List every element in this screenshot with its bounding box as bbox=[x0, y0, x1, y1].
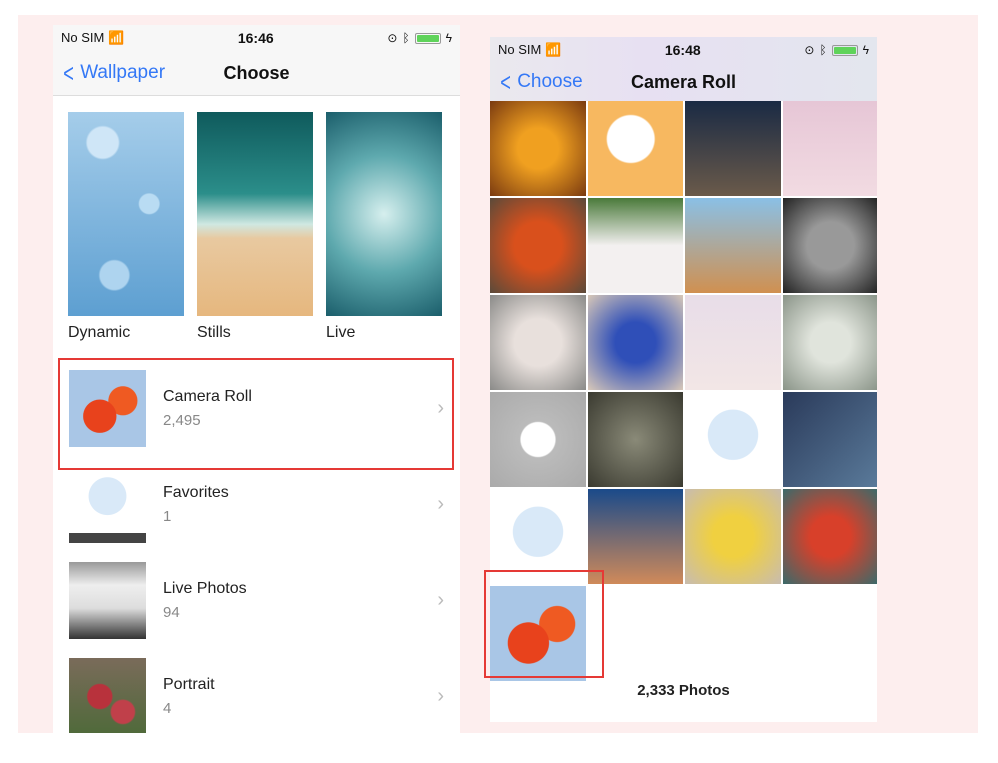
album-name: Live Photos bbox=[163, 579, 247, 597]
charging-icon: ϟ bbox=[862, 43, 869, 57]
photo-grid bbox=[490, 101, 877, 681]
album-name: Favorites bbox=[163, 483, 229, 501]
photo[interactable] bbox=[685, 295, 781, 390]
bluetooth-icon: ᛒ bbox=[402, 31, 410, 45]
album-count: 1 bbox=[163, 507, 172, 525]
carrier: No SIM bbox=[498, 42, 542, 57]
carrier: No SIM bbox=[61, 30, 105, 45]
photo[interactable] bbox=[587, 489, 683, 584]
album-thumbnail bbox=[69, 657, 146, 733]
chevron-left-icon: < bbox=[63, 58, 74, 88]
album-name: Portrait bbox=[163, 675, 215, 693]
photo[interactable] bbox=[685, 198, 781, 293]
album-favorites[interactable]: Favorites 1 › bbox=[53, 456, 460, 552]
photo[interactable] bbox=[587, 295, 683, 390]
photo[interactable] bbox=[685, 101, 781, 196]
album-live-photos[interactable]: Live Photos 94 › bbox=[53, 552, 460, 648]
photo-count: 2,333 Photos bbox=[637, 682, 730, 699]
back-button[interactable]: < Choose bbox=[498, 67, 583, 97]
category-stills[interactable]: Stills bbox=[197, 112, 313, 342]
status-bar: No SIM 📶 16:46 ⊙ ᛒ ϟ bbox=[53, 25, 460, 51]
choose-screen: No SIM 📶 16:46 ⊙ ᛒ ϟ < Wallpaper Choose Dyn… bbox=[53, 25, 460, 733]
rotation-lock-icon: ⊙ bbox=[387, 31, 398, 45]
photo[interactable] bbox=[782, 198, 877, 293]
back-label: Wallpaper bbox=[80, 62, 166, 83]
photo[interactable] bbox=[490, 198, 586, 293]
chevron-right-icon: › bbox=[437, 684, 444, 707]
dynamic-thumbnail bbox=[68, 112, 184, 316]
page-title: Camera Roll bbox=[630, 71, 737, 92]
photo[interactable] bbox=[782, 295, 877, 390]
photo[interactable] bbox=[782, 101, 877, 196]
stills-thumbnail bbox=[197, 112, 313, 316]
clock: 16:46 bbox=[237, 30, 274, 46]
wifi-icon: 📶 bbox=[544, 42, 562, 57]
back-button[interactable]: < Wallpaper bbox=[61, 60, 165, 86]
category-dynamic[interactable]: Dynamic bbox=[68, 112, 184, 342]
page-title: Choose bbox=[223, 62, 290, 83]
photo[interactable] bbox=[587, 392, 683, 487]
live-thumbnail bbox=[326, 112, 442, 316]
category-live[interactable]: Live bbox=[326, 112, 442, 342]
clock: 16:48 bbox=[664, 42, 701, 58]
chevron-right-icon: › bbox=[437, 492, 444, 515]
charging-icon: ϟ bbox=[445, 31, 452, 45]
album-count: 2,495 bbox=[163, 411, 201, 429]
battery-icon bbox=[831, 44, 858, 56]
album-portrait[interactable]: Portrait 4 › bbox=[53, 648, 460, 733]
wifi-icon: 📶 bbox=[107, 30, 125, 45]
chevron-right-icon: › bbox=[437, 588, 444, 611]
album-count: 4 bbox=[163, 699, 172, 717]
photo[interactable] bbox=[490, 586, 586, 681]
album-thumbnail bbox=[69, 369, 146, 447]
photo[interactable] bbox=[782, 489, 877, 584]
photo[interactable] bbox=[490, 295, 586, 390]
album-count: 94 bbox=[163, 603, 180, 621]
album-camera-roll[interactable]: Camera Roll 2,495 › bbox=[53, 360, 460, 456]
photo[interactable] bbox=[587, 101, 683, 196]
photo[interactable] bbox=[490, 392, 586, 487]
album-thumbnail bbox=[69, 465, 146, 543]
album-thumbnail bbox=[69, 561, 146, 639]
photo[interactable] bbox=[490, 489, 586, 584]
photo[interactable] bbox=[685, 392, 781, 487]
photo[interactable] bbox=[587, 198, 683, 293]
category-label: Live bbox=[326, 324, 356, 341]
album-name: Camera Roll bbox=[163, 387, 252, 405]
rotation-lock-icon: ⊙ bbox=[804, 43, 815, 57]
bluetooth-icon: ᛒ bbox=[819, 43, 827, 57]
photo[interactable] bbox=[685, 489, 781, 584]
photo[interactable] bbox=[782, 392, 877, 487]
category-label: Stills bbox=[197, 324, 231, 341]
category-label: Dynamic bbox=[68, 324, 131, 341]
photo[interactable] bbox=[490, 101, 586, 196]
back-label: Choose bbox=[517, 71, 583, 92]
chevron-left-icon: < bbox=[500, 67, 511, 97]
chevron-right-icon: › bbox=[437, 396, 444, 419]
status-bar: No SIM 📶 16:48 ⊙ ᛒ ϟ bbox=[490, 37, 877, 63]
camera-roll-screen: No SIM 📶 16:48 ⊙ ᛒ ϟ < Choose Camera Roll 2… bbox=[490, 37, 877, 722]
battery-icon bbox=[414, 32, 441, 44]
